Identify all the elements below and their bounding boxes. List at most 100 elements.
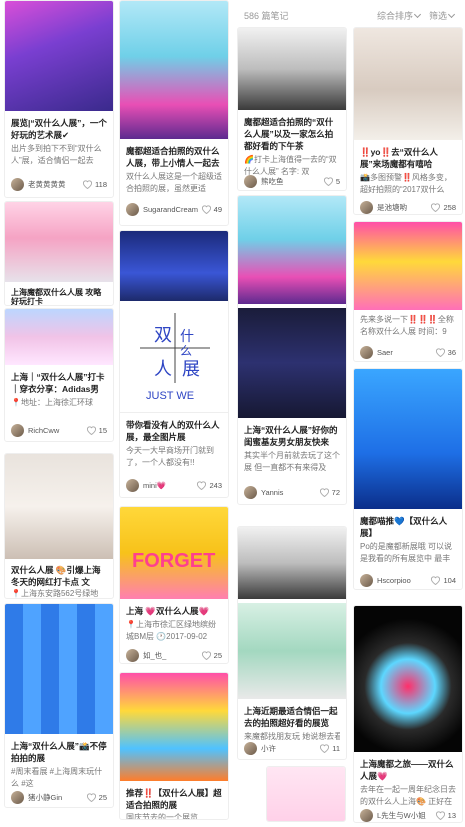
heart-icon[interactable] — [435, 810, 446, 820]
note-card[interactable]: 魔都超适合拍照的“双什么人展”以及一家怎么拍都好看的下午茶 🌈打卡上海值得一去的… — [237, 27, 347, 191]
like-count: 258 — [443, 202, 456, 212]
heart-icon[interactable] — [86, 792, 97, 802]
avatar[interactable] — [11, 423, 24, 437]
note-card[interactable]: FORGET 上海 💗双什么人展💗 📍上海市徐汇区绿地缤纷城BM层 🕐2017-… — [119, 506, 229, 664]
like-count: 25 — [98, 792, 107, 802]
note-footer: 老黄黄黄黄 118 — [11, 177, 107, 191]
note-desc: 今天一大早商场开门就到了，一个人都没有!! — [126, 446, 214, 467]
note-cover-image — [120, 231, 228, 301]
note-card[interactable]: 上海近期最适合情侣一起去的拍照超好看的展览 来魔都找朋友玩 她说想去看这个展于是… — [237, 526, 347, 760]
note-author[interactable]: L先生与W小姐 — [377, 810, 435, 821]
note-author[interactable]: Saer — [377, 348, 435, 357]
note-card[interactable]: 双什么人展 🎨引爆上海冬天的网红打卡点 文 📍上海东安路562号绿地 — [4, 453, 114, 599]
note-cover-image — [238, 527, 346, 599]
note-card[interactable]: 双 什 么 人 展 JUST WE 带你看没有人的双什么人展，最全图片展 今天一… — [119, 230, 229, 498]
exhibit-sign-image: 双 什 么 人 展 JUST WE — [120, 303, 228, 413]
note-card[interactable]: 上海魔都双什么人展 攻略 好玩打卡 — [4, 201, 114, 306]
note-card[interactable]: 展览|“双什么人展”，一个好玩的艺术展✔ 出片多到拍下不到“双什么人”展，适合情… — [4, 0, 114, 198]
avatar[interactable] — [360, 573, 373, 587]
avatar[interactable] — [244, 174, 257, 188]
note-card[interactable]: 上海“双什么人展”好你的闺蜜基友男女朋友快来 其实半个月前就去玩了这个展 但一直… — [237, 195, 347, 505]
sort-dropdown[interactable]: 综合排序 — [377, 9, 422, 22]
sign-char: JUST WE — [146, 390, 194, 402]
note-author[interactable]: 小许 — [261, 743, 319, 754]
note-cover-image — [120, 673, 228, 781]
note-author[interactable]: 熊吃鱼 — [261, 176, 323, 187]
note-author[interactable]: RichCww — [28, 426, 86, 435]
note-desc: 出片多到拍下不到“双什么人”展，适合情侣一起去 — [11, 144, 102, 165]
avatar[interactable] — [244, 741, 257, 755]
note-author[interactable]: Yannis — [261, 488, 319, 497]
heart-icon[interactable] — [430, 202, 441, 212]
note-card[interactable]: 上海“双什么人展”📸不停拍拍的展 #周末看展 #上海周末玩什么 #这 猪小静Gi… — [4, 603, 114, 808]
note-card[interactable]: 先来多说一下‼️‼️‼️全称名称双什么人展 时间：9 Saer 36 — [353, 221, 463, 362]
note-author[interactable]: 猪小静Gin — [28, 792, 86, 803]
heart-icon[interactable] — [201, 650, 212, 660]
forget-sign-graphic: FORGET — [132, 550, 215, 572]
note-card[interactable] — [266, 766, 346, 822]
note-title: 推荐‼️【双什么人展】超适合拍照的展 — [126, 788, 222, 810]
note-author[interactable]: 如_也_ — [143, 650, 201, 661]
heart-icon[interactable] — [319, 743, 330, 753]
note-title: 带你看没有人的双什么人展，最全图片展 — [126, 420, 220, 442]
note-cover-image — [238, 603, 346, 699]
sign-char: 双 — [154, 325, 172, 345]
avatar[interactable] — [126, 478, 139, 492]
note-footer: Saer 36 — [360, 345, 456, 359]
sign-char: 人 — [154, 359, 172, 379]
note-cover-image — [354, 28, 462, 140]
note-footer: Hscorpioo 104 — [360, 573, 456, 587]
heart-icon[interactable] — [319, 487, 330, 497]
like-count: 243 — [209, 480, 222, 490]
note-title: 上海｜“双什么人展”打卡｜穿衣分享：Adidas男装卫 — [11, 372, 105, 394]
heart-icon[interactable] — [196, 480, 207, 490]
like-count: 118 — [95, 179, 107, 189]
avatar[interactable] — [126, 202, 139, 216]
note-footer: Yannis 72 — [244, 485, 340, 499]
note-footer: L先生与W小姐 13 — [360, 808, 456, 822]
avatar[interactable] — [126, 648, 139, 662]
like-count: 36 — [447, 347, 456, 357]
filter-button[interactable]: 筛选 — [429, 9, 456, 22]
note-title: 魔都超适合拍照的“双什么人展”以及一家怎么拍都好看的下午茶 — [244, 117, 334, 151]
note-card[interactable]: 魔都喵推💙【双什么人展】 Po的是魔都新展哦 可以说是我看的所有展览中 最丰 H… — [353, 368, 463, 590]
heart-icon[interactable] — [201, 204, 212, 214]
note-desc: 📸多图预警‼️风格多变，超好拍照的“2017双什么 — [360, 173, 452, 194]
note-author[interactable]: SugarandCream — [143, 205, 201, 214]
note-author[interactable]: 是池塘哟 — [377, 202, 430, 213]
note-desc: 📍地址：上海徐汇环球 — [11, 398, 93, 407]
heart-icon[interactable] — [323, 176, 334, 186]
heart-icon[interactable] — [435, 347, 446, 357]
note-footer: RichCww 15 — [11, 423, 107, 437]
avatar[interactable] — [360, 200, 373, 214]
note-cover-image — [238, 308, 346, 418]
heart-icon[interactable] — [86, 425, 97, 435]
note-card[interactable]: 推荐‼️【双什么人展】超适合拍照的展 国庆节去的一个展览 — [119, 672, 229, 820]
note-author[interactable]: 老黄黄黄黄 — [28, 179, 82, 190]
note-title: 魔都喵推💙【双什么人展】 — [360, 516, 448, 538]
like-count: 25 — [213, 650, 222, 660]
avatar[interactable] — [11, 790, 24, 804]
note-title: 上海魔都之旅——双什么人展💗 — [360, 759, 454, 781]
heart-icon[interactable] — [82, 179, 93, 189]
note-desc: 📍上海东安路562号绿地 — [11, 589, 99, 598]
note-title: 上海魔都双什么人展 攻略 好玩打卡 — [11, 288, 102, 306]
like-count: 5 — [335, 176, 340, 186]
note-author[interactable]: Hscorpioo — [377, 576, 430, 585]
avatar[interactable] — [360, 345, 373, 359]
note-footer: 猪小静Gin 25 — [11, 790, 107, 804]
note-card[interactable]: 上海｜“双什么人展”打卡｜穿衣分享：Adidas男装卫 📍地址：上海徐汇环球 R… — [4, 308, 114, 442]
avatar[interactable] — [11, 177, 24, 191]
note-card[interactable]: 上海魔都之旅——双什么人展💗 去年在一起一周年纪念日去的双什么人上海🎨 正好在红… — [353, 605, 463, 823]
avatar[interactable] — [360, 808, 373, 822]
note-card[interactable]: 魔都超适合拍照的双什么人展，带上小情人一起去 双什么人展这是一个超级适合拍照的展… — [119, 0, 229, 226]
sort-label: 综合排序 — [377, 11, 414, 21]
note-desc: 双什么人展这是一个超级适合拍照的展，虽然更适 — [126, 172, 222, 193]
heart-icon[interactable] — [430, 575, 441, 585]
note-author[interactable]: mini💗 — [143, 481, 196, 490]
like-count: 49 — [213, 204, 222, 214]
note-cover-image: FORGET — [120, 507, 228, 599]
avatar[interactable] — [244, 485, 257, 499]
note-card[interactable]: ‼️yo‼️去“双什么人展”来场魔都有嘻哈 📸多图预警‼️风格多变，超好拍照的“… — [353, 27, 463, 215]
note-title: 上海 💗双什么人展💗 — [126, 606, 210, 616]
